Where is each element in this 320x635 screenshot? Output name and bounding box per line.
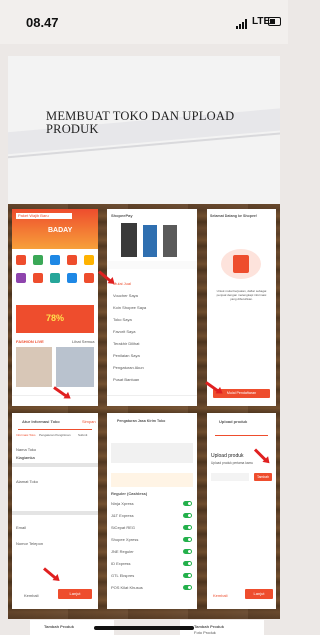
courier-label: J&T Express (111, 513, 134, 518)
shipping-title: Pengaturan Jasa Kirim Toko (117, 419, 166, 423)
home-promo-value: 78% (46, 313, 65, 323)
home-bottom-nav (12, 395, 98, 406)
shopinfo-step: Pengaturan Pengiriman (39, 433, 71, 437)
addproduct-item: Foto Produk (194, 630, 216, 635)
divider (12, 511, 98, 515)
profile-menu-item[interactable]: Terakhir Dilihat (113, 341, 139, 346)
divider (12, 463, 98, 467)
courier-toggle[interactable] (183, 549, 192, 554)
profile-menu-item[interactable]: Pusat Bantuan (113, 377, 139, 382)
upload-next-button[interactable]: Lanjut (245, 589, 273, 599)
shipping-notice-box (111, 473, 193, 487)
home-live-thumb-1[interactable] (16, 347, 52, 387)
welcome-title: Selamat Datang ke Shopee! (210, 214, 258, 218)
upload-back-button[interactable]: Kembali (213, 593, 227, 598)
addproduct-title: Tambah Produk (194, 624, 224, 629)
shopping-bag-icon (233, 255, 249, 273)
shopinfo-field-label: Email (16, 525, 27, 530)
profile-menu-item[interactable]: Voucher Saya (113, 293, 138, 298)
profile-product-img-3 (163, 225, 177, 257)
status-time: 08.47 (26, 15, 59, 30)
shipping-section-title: Reguler (Cashless) (111, 491, 148, 496)
profile-product-img-2 (143, 225, 157, 257)
profile-product-img-1 (121, 223, 137, 257)
profile-menu-item[interactable]: Pengaturan Akun (113, 365, 144, 370)
shopinfo-progress (18, 429, 92, 430)
status-bar: 08.47 LTE (0, 0, 288, 44)
home-indicator[interactable] (94, 626, 194, 630)
slide-title: MEMBUAT TOKO DAN UPLOAD PRODUK (46, 109, 235, 136)
courier-toggle[interactable] (183, 561, 192, 566)
courier-toggle[interactable] (183, 525, 192, 530)
courier-label: GTL Ekspres (111, 573, 135, 578)
courier-label: SiCepat REG (111, 525, 136, 530)
upload-heading: Upload produk (211, 453, 244, 459)
screenshot-welcome: Selamat Datang ke Shopee! Untuk mulai be… (207, 209, 276, 406)
welcome-text: Untuk mulai berjualan, daftar sebagai pe… (216, 289, 267, 301)
courier-toggle[interactable] (183, 513, 192, 518)
upload-text: Upload produk pertama kamu (211, 461, 253, 465)
shopinfo-step: Informasi Toko (16, 433, 36, 437)
courier-label: JNE Reguler (111, 549, 134, 554)
upload-add-button[interactable]: Tambah (254, 473, 272, 481)
shopinfo-step: Submit (78, 433, 88, 437)
signal-icon (236, 19, 249, 29)
shopinfo-field-label: Alamat Toko (16, 479, 38, 484)
screenshot-profile: ShopeePay Mulai Jual Voucher Saya Koin S… (107, 209, 197, 406)
profile-menu-item[interactable]: Toko Saya (113, 317, 132, 322)
home-section-title: FASHION LIVE (16, 339, 44, 344)
upload-progress (215, 435, 268, 436)
shopinfo-title: Atur Informasi Toko (22, 419, 60, 424)
screenshot-home: Paket Wajib Baru BADAY 78% FASHION LIVE … (12, 209, 98, 406)
courier-toggle[interactable] (183, 537, 192, 542)
home-banner-text: BADAY (48, 227, 73, 234)
screenshot-shipping: Pengaturan Jasa Kirim Toko Reguler (Cash… (107, 413, 197, 609)
home-icon-grid (16, 255, 94, 299)
home-search-input[interactable]: Paket Wajib Baru (16, 213, 72, 219)
profile-menu-item[interactable]: Favorit Saya (113, 329, 135, 334)
courier-label: Ninja Xpress (111, 501, 134, 506)
upload-product-row (211, 473, 249, 481)
courier-label: Shopee Xpress (111, 537, 139, 542)
profile-title: ShopeePay (111, 213, 133, 218)
shopinfo-field-label: Nama Toko (16, 447, 37, 452)
profile-bottom-nav (107, 395, 197, 406)
courier-toggle[interactable] (183, 585, 192, 590)
profile-menu-item[interactable]: Penilaian Saya (113, 353, 140, 358)
courier-toggle[interactable] (183, 501, 192, 506)
courier-label: POS Kilat Khusus (111, 585, 143, 590)
addproduct-title: Tambah Produk (44, 624, 74, 629)
battery-icon (268, 17, 281, 26)
profile-menu-item[interactable]: Koin Shopee Saya (113, 305, 146, 310)
upload-title: Upload produk (219, 419, 248, 424)
courier-toggle[interactable] (183, 573, 192, 578)
shopinfo-save-link[interactable]: Simpan (82, 419, 96, 424)
shopinfo-back-button[interactable]: Kembali (24, 593, 38, 598)
home-live-thumb-2[interactable] (56, 347, 94, 387)
shopinfo-next-button[interactable]: Lanjut (58, 589, 92, 599)
shipping-info-box (111, 443, 193, 463)
screenshot-upload: Upload produk Upload produk Upload produ… (207, 413, 276, 609)
profile-icon-row (107, 261, 197, 269)
shopinfo-shop-name-field[interactable]: Kiagiamka (16, 455, 35, 460)
shopinfo-field-label: Nomor Telepon (16, 541, 44, 546)
courier-label: ID Express (111, 561, 131, 566)
home-see-all-link[interactable]: Lihat Semua (72, 339, 94, 344)
